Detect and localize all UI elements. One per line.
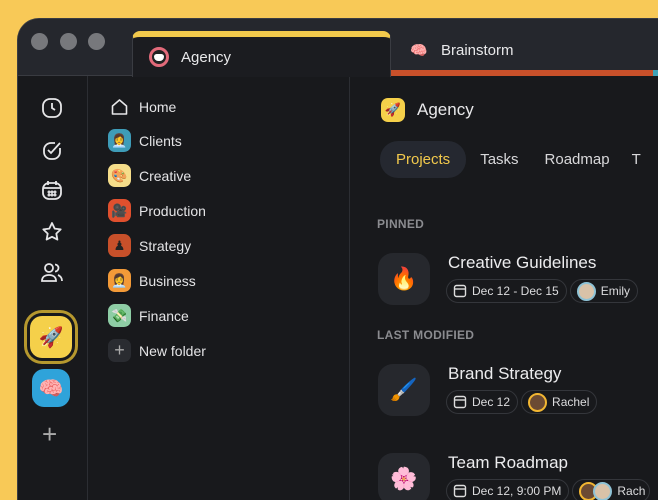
folder-strategy[interactable]: ♟ Strategy (108, 234, 191, 257)
assignee-pill[interactable]: Rach (572, 479, 651, 500)
tab-roadmap[interactable]: Roadmap (533, 141, 622, 178)
icon-rail: 🚀 🧠 + (18, 76, 88, 500)
close-window-button[interactable] (31, 33, 48, 50)
brain-icon: 🧠 (38, 377, 64, 400)
assignee-name: Rach (617, 484, 646, 498)
date-pill[interactable]: Dec 12, 9:00 PM (446, 479, 570, 500)
tab-label: Brainstorm (441, 42, 514, 59)
folder-label: Creative (139, 167, 192, 184)
tab-projects[interactable]: Projects (380, 141, 467, 178)
date-pill[interactable]: Dec 12 (446, 390, 519, 414)
minimize-window-button[interactable] (60, 33, 77, 50)
brain-icon: 🧠 (410, 42, 428, 58)
avatar (593, 481, 613, 500)
cherry-blossom-icon: 🌸 (378, 453, 430, 500)
tab-brainstorm[interactable]: 🧠 Brainstorm (391, 31, 653, 76)
date-pill[interactable]: Dec 12 - Dec 15 (446, 279, 567, 303)
avatar (528, 392, 548, 412)
assignee-name: Rachel (552, 395, 590, 409)
folder-business[interactable]: 👩‍💼 Business (108, 269, 196, 292)
app-window: Agency 🧠 Brainstorm 🚀 🧠 + Home 👩‍💼 Client… (17, 18, 658, 500)
space-agency[interactable]: 🚀 (30, 316, 72, 358)
page-title: Agency (417, 100, 474, 119)
assignee-pill[interactable]: Rachel (521, 390, 598, 414)
add-space-button[interactable]: + (42, 419, 57, 450)
project-date: Dec 12 (472, 395, 511, 409)
folder-label: New folder (139, 342, 206, 359)
helmet-icon (149, 47, 169, 67)
folder-finance[interactable]: 💸 Finance (108, 304, 189, 327)
users-icon[interactable] (41, 262, 63, 284)
folder-label: Clients (139, 132, 182, 149)
tab-tasks[interactable]: Tasks (466, 141, 532, 178)
paintbrush-icon: 🖌️ (378, 364, 430, 416)
folder-home[interactable]: Home (108, 97, 176, 117)
rocket-icon: 🚀 (381, 98, 405, 122)
tab-more[interactable]: T (622, 141, 641, 178)
chess-pawn-icon: ♟ (108, 234, 131, 257)
project-date: Dec 12, 9:00 PM (472, 484, 562, 498)
folder-label: Finance (139, 307, 189, 324)
fire-icon: 🔥 (378, 253, 430, 305)
assignee-name: Emily (600, 284, 631, 298)
project-item[interactable]: 🔥 Creative Guidelines Dec 12 - Dec 15 Emi… (378, 253, 641, 305)
project-title: Team Roadmap (448, 453, 569, 472)
check-circle-icon[interactable] (41, 139, 63, 161)
clock-icon[interactable] (41, 97, 63, 119)
section-pinned: PINNED (377, 217, 425, 231)
folder-clients[interactable]: 👩‍💼 Clients (108, 129, 182, 152)
businesswoman-icon: 👩‍💼 (108, 269, 131, 292)
calendar-icon (453, 284, 467, 298)
project-date: Dec 12 - Dec 15 (472, 284, 559, 298)
project-title: Creative Guidelines (448, 253, 597, 272)
main-content: 🚀 Agency Projects Tasks Roadmap T PINNED… (350, 76, 658, 500)
tab-agency[interactable]: Agency (132, 31, 391, 77)
assignee-pill[interactable]: Emily (569, 279, 639, 303)
maximize-window-button[interactable] (88, 33, 105, 50)
avatar (576, 281, 596, 301)
project-title: Brand Strategy (448, 364, 562, 383)
calendar-icon (453, 395, 467, 409)
home-icon (111, 99, 128, 115)
space-brainstorm[interactable]: 🧠 (32, 369, 70, 407)
tab-label: Agency (181, 48, 232, 66)
folder-sidebar: Home 👩‍💼 Clients 🎨 Creative 🎥 Production ♟ S… (88, 76, 350, 500)
calendar-icon[interactable] (41, 179, 63, 201)
star-icon[interactable] (41, 221, 63, 243)
clients-icon: 👩‍💼 (108, 129, 131, 152)
rocket-icon: 🚀 (38, 326, 64, 349)
section-last-modified: LAST MODIFIED (377, 328, 475, 342)
title-bar: Agency 🧠 Brainstorm (18, 19, 658, 77)
folder-production[interactable]: 🎥 Production (108, 199, 206, 222)
camera-icon: 🎥 (108, 199, 131, 222)
folder-label: Business (139, 272, 196, 289)
project-item[interactable]: 🌸 Team Roadmap Dec 12, 9:00 PM Rach (378, 453, 651, 500)
calendar-icon (453, 484, 467, 498)
folder-label: Home (139, 99, 177, 115)
plus-icon: + (108, 339, 131, 362)
palette-icon: 🎨 (108, 164, 131, 187)
folder-creative[interactable]: 🎨 Creative (108, 164, 191, 187)
project-item[interactable]: 🖌️ Brand Strategy Dec 12 Rachel (378, 364, 600, 416)
folder-label: Strategy (139, 237, 192, 254)
money-icon: 💸 (108, 304, 131, 327)
folder-label: Production (139, 202, 206, 219)
new-folder-button[interactable]: + New folder (108, 339, 206, 362)
